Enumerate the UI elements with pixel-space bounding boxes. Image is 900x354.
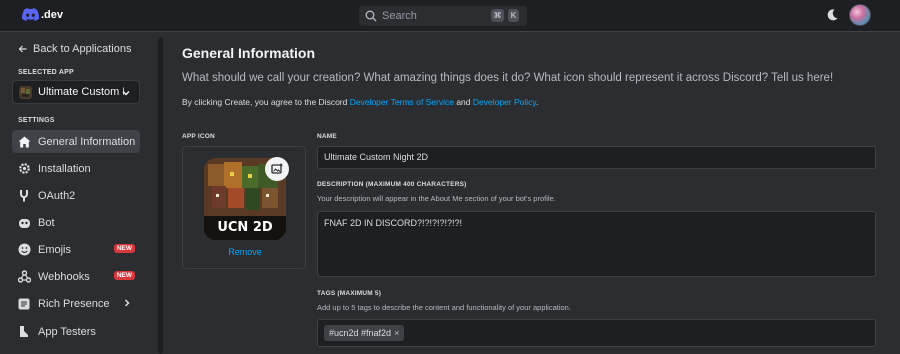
tags-label: TAGS (MAXIMUM 5) — [317, 290, 382, 297]
tags-help: Add up to 5 tags to describe the content… — [317, 303, 571, 312]
back-label: Back to Applications — [33, 43, 132, 55]
tag-chip[interactable]: #ucn2d #fnaf2d × — [324, 325, 405, 341]
sidebar-item-label: Webhooks — [38, 270, 90, 283]
smile-icon — [17, 243, 31, 257]
chevron-down-icon — [122, 90, 130, 96]
search-icon — [365, 10, 377, 22]
new-badge: NEW — [113, 244, 135, 253]
name-label: NAME — [317, 133, 337, 140]
description-help: Your description will appear in the Abou… — [317, 194, 556, 203]
sidebar-item-label: Installation — [38, 162, 91, 175]
shortcut-key-cmd: ⌘ — [491, 9, 504, 22]
app-selector[interactable]: Ultimate Custom Night 2D — [12, 80, 140, 104]
developer-policy-link[interactable]: Developer Policy — [473, 97, 536, 107]
logo-text: .dev — [41, 8, 64, 21]
sidebar-item-general-information[interactable]: General Information — [12, 130, 140, 153]
terms-notice: By clicking Create, you agree to the Dis… — [182, 97, 538, 107]
sidebar-item-rich-presence[interactable]: Rich Presence — [12, 292, 140, 315]
tag-chip-label: #ucn2d #fnaf2d — [329, 328, 392, 338]
sidebar-item-oauth2[interactable]: OAuth2 — [12, 184, 140, 207]
sidebar-scrollbar[interactable] — [158, 37, 163, 354]
app-thumbnail-icon — [19, 85, 32, 99]
list-icon — [17, 297, 31, 311]
app-icon-card: UCN 2D Remove — [182, 146, 306, 269]
discord-dev-logo[interactable]: .dev — [22, 8, 63, 21]
bot-icon — [17, 216, 31, 230]
tester-icon — [17, 325, 31, 339]
settings-label: SETTINGS — [18, 117, 55, 124]
sidebar-item-label: Bot — [38, 216, 55, 229]
wrench-icon — [17, 189, 31, 203]
sidebar-item-label: General Information — [38, 135, 136, 148]
theme-toggle-moon-icon[interactable] — [825, 8, 839, 27]
new-badge: NEW — [113, 271, 135, 280]
sidebar-item-app-testers[interactable]: App Testers — [12, 320, 140, 343]
home-icon — [17, 135, 31, 149]
remove-icon-link[interactable]: Remove — [183, 247, 307, 257]
selected-app-name: Ultimate Custom Night 2D — [38, 86, 124, 98]
sidebar-item-installation[interactable]: Installation — [12, 157, 140, 180]
image-upload-icon — [271, 163, 283, 174]
sidebar-item-label: Emojis — [38, 243, 72, 256]
main-content: General Information What should we call … — [166, 33, 900, 354]
sidebar-item-webhooks[interactable]: Webhooks NEW — [12, 265, 140, 288]
discord-logo-icon — [22, 8, 39, 21]
back-to-applications-link[interactable]: Back to Applications — [18, 43, 131, 55]
gear-icon — [17, 162, 31, 176]
terms-prefix: By clicking Create, you agree to the Dis… — [182, 97, 350, 107]
chevron-right-icon — [124, 299, 130, 307]
remove-tag-icon[interactable]: × — [394, 328, 399, 338]
top-bar: .dev Search ⌘ K — [0, 0, 900, 32]
sidebar-item-emojis[interactable]: Emojis NEW — [12, 238, 140, 261]
developer-terms-link[interactable]: Developer Terms of Service — [350, 97, 454, 107]
webhook-icon — [17, 270, 31, 284]
search-input[interactable]: Search ⌘ K — [359, 6, 527, 26]
app-icon-label: APP ICON — [182, 133, 215, 140]
upload-image-button[interactable] — [265, 157, 289, 181]
tags-input[interactable]: #ucn2d #fnaf2d × — [317, 319, 876, 347]
sidebar-item-label: Rich Presence — [38, 297, 110, 310]
terms-and: and — [453, 97, 473, 107]
arrow-left-icon — [18, 45, 27, 53]
page-subtitle: What should we call your creation? What … — [182, 72, 834, 84]
selected-app-label: SELECTED APP — [18, 69, 74, 76]
page-title: General Information — [182, 45, 316, 61]
sidebar-item-label: App Testers — [38, 325, 96, 338]
search-placeholder: Search — [382, 10, 417, 22]
name-field[interactable]: Ultimate Custom Night 2D — [317, 146, 876, 169]
user-avatar[interactable] — [849, 4, 871, 26]
sidebar: Back to Applications SELECTED APP Ultima… — [0, 33, 166, 354]
description-textarea[interactable]: FNAF 2D IN DISCORD?!?!?!?!?!?! — [317, 211, 876, 277]
sidebar-item-bot[interactable]: Bot — [12, 211, 140, 234]
app-icon-text: UCN 2D — [217, 220, 273, 235]
sidebar-item-label: OAuth2 — [38, 189, 76, 202]
terms-suffix: . — [536, 97, 539, 107]
shortcut-key-k: K — [508, 9, 519, 22]
description-label: DESCRIPTION (MAXIMUM 400 CHARACTERS) — [317, 181, 467, 188]
